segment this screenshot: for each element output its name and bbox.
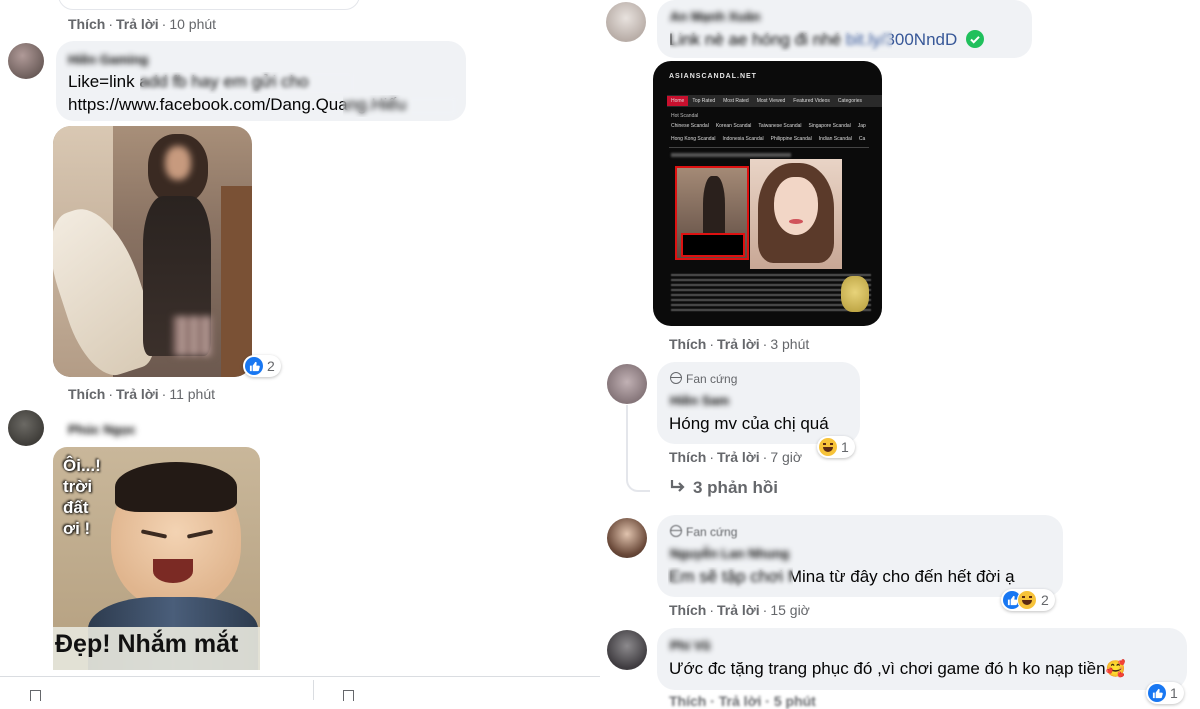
website-screenshot[interactable]: ASIANSCANDAL.NET Home Top Rated Most Rat… xyxy=(653,61,882,326)
like-action[interactable]: Thích xyxy=(68,386,105,402)
site-article-title xyxy=(671,153,791,157)
comment-time[interactable]: 15 giờ xyxy=(770,602,810,618)
reply-action[interactable]: Trả lời xyxy=(116,16,159,32)
commenter-name[interactable]: Phúc Ngọc xyxy=(68,422,136,437)
site-nav-item: Most Rated xyxy=(723,98,749,104)
reaction-count[interactable]: 1 xyxy=(817,436,855,458)
site-nav: Home Top Rated Most Rated Most Viewed Fe… xyxy=(667,95,882,107)
photo-face xyxy=(165,146,191,180)
baby-hair xyxy=(115,462,237,512)
top-fan-badge: Fan cứng xyxy=(670,372,737,386)
verified-icon xyxy=(966,30,985,48)
attach-icon[interactable] xyxy=(343,690,354,701)
reaction-count[interactable]: 1 xyxy=(1146,682,1184,704)
like-action[interactable]: Thích xyxy=(68,16,105,32)
comment-time[interactable]: 10 phút xyxy=(169,16,216,32)
site-category-row: Hong Kong Scandal Indonesia Scandal Philip… xyxy=(671,136,866,142)
reply-action[interactable]: Trả lời xyxy=(717,602,760,618)
site-divider xyxy=(669,147,869,148)
site-category-row: Chinese Scandal Korean Scandal Taiwanese S… xyxy=(671,123,866,129)
reply-action[interactable]: Trả lời xyxy=(717,336,760,352)
site-nav-item: Most Viewed xyxy=(756,98,786,104)
blur-mask xyxy=(670,30,892,52)
avatar[interactable] xyxy=(606,2,646,42)
avatar[interactable] xyxy=(607,518,647,558)
avatar[interactable] xyxy=(607,630,647,670)
like-action[interactable]: Thích xyxy=(669,449,706,465)
commenter-name[interactable]: Nguyễn Lan Nhung xyxy=(670,546,789,561)
meme-image[interactable]: Ôi...! trời đất ơi ! Đẹp! Nhắm mắt xyxy=(53,447,260,670)
site-section-title: Hot Scandal xyxy=(671,113,699,119)
avatar[interactable] xyxy=(607,364,647,404)
comment-text: Hóng mv của chị quá xyxy=(669,414,829,433)
site-nav-item: Home xyxy=(667,96,689,106)
comment-actions: Thích · Trả lời · 10 phút xyxy=(68,16,217,32)
photo-door xyxy=(221,186,252,377)
like-reaction-icon xyxy=(1148,684,1166,702)
comment-actions: Thích · Trả lời · 11 phút xyxy=(68,386,215,402)
site-nav-item: Categories xyxy=(837,98,863,104)
commenter-name[interactable]: Hiền Gaming xyxy=(68,52,148,67)
sticker xyxy=(841,276,869,312)
top-fan-badge: Fan cứng xyxy=(670,525,737,539)
commenter-name[interactable]: An Mạnh Xuân xyxy=(670,9,760,24)
portrait-lips xyxy=(789,219,803,224)
like-reaction-icon xyxy=(245,357,263,375)
reaction-count[interactable]: 2 xyxy=(243,355,281,377)
blur-mask xyxy=(343,95,458,117)
blur-mask xyxy=(140,72,355,94)
comment-time[interactable]: 7 giờ xyxy=(770,449,802,465)
like-action[interactable]: Thích xyxy=(669,336,706,352)
reaction-count[interactable]: 2 xyxy=(1001,589,1055,611)
fan-badge-icon xyxy=(670,525,682,537)
view-replies-link[interactable]: 3 phản hồi xyxy=(669,478,778,498)
portrait-face xyxy=(774,177,818,235)
divider xyxy=(313,680,314,700)
attach-icon[interactable] xyxy=(30,690,41,701)
avatar[interactable] xyxy=(8,43,44,79)
comment-time[interactable]: 3 phút xyxy=(770,336,809,352)
site-nav-item: Top Rated xyxy=(692,98,716,104)
site-logo: ASIANSCANDAL.NET xyxy=(669,73,757,80)
comment-time[interactable]: 11 phút xyxy=(169,386,215,402)
comment-actions: Thích · Trả lời · 5 phút xyxy=(669,693,816,709)
reply-action[interactable]: Trả lời xyxy=(116,386,159,402)
reply-action[interactable]: Trả lời xyxy=(717,449,760,465)
haha-reaction-icon xyxy=(819,438,837,456)
comment-actions: Thích · Trả lời · 15 giờ xyxy=(669,602,810,618)
attached-photo[interactable] xyxy=(53,126,252,377)
meme-caption-bottom-text: Đẹp! Nhắm mắt xyxy=(55,630,239,658)
smiling-hearts-emoji: 🥰 xyxy=(1105,661,1126,678)
commenter-name[interactable]: Phi Vũ xyxy=(670,638,710,653)
avatar[interactable] xyxy=(8,410,44,446)
censor-box xyxy=(681,233,745,257)
haha-reaction-icon xyxy=(1017,590,1037,610)
blur-mask xyxy=(668,567,793,589)
comment-text: Ước đc tặng trang phục đó ,vì chơi game … xyxy=(669,659,1126,678)
site-nav-item: Featured Videos xyxy=(793,98,830,104)
fan-badge-icon xyxy=(670,372,682,384)
censor-pixelation xyxy=(173,316,213,356)
bottom-divider xyxy=(0,676,600,677)
commenter-name[interactable]: Hiền Sam xyxy=(670,393,729,408)
comment-actions: Thích · Trả lời · 7 giờ xyxy=(669,449,803,465)
reply-arrow-icon xyxy=(670,480,685,492)
like-action[interactable]: Thích xyxy=(669,602,706,618)
site-portrait xyxy=(750,159,842,269)
comment-actions: Thích · Trả lời · 3 phút xyxy=(669,336,810,352)
baby-mouth xyxy=(153,559,193,583)
thread-line xyxy=(626,405,650,492)
previous-comment-bubble xyxy=(58,0,360,10)
